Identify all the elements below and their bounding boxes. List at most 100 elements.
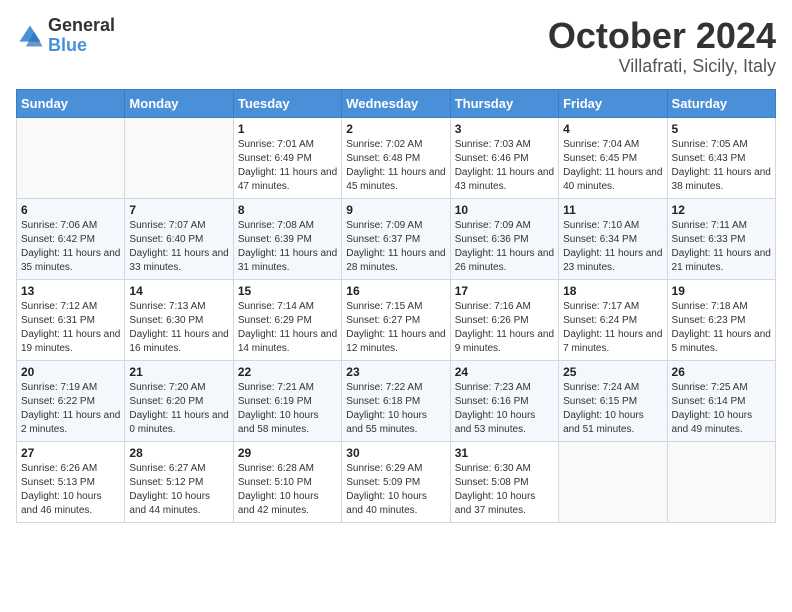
cell-day-number: 26	[672, 365, 771, 379]
cell-day-number: 27	[21, 446, 120, 460]
calendar-cell: 26Sunrise: 7:25 AMSunset: 6:14 PMDayligh…	[667, 360, 775, 441]
calendar-cell: 17 Sunrise: 7:16 AMSunset: 6:26 PMDayligh…	[450, 279, 558, 360]
cell-info: Sunrise: 7:02 AMSunset: 6:48 PMDaylight:…	[346, 138, 445, 194]
calendar-header-row: SundayMondayTuesdayWednesdayThursdayFrid…	[17, 89, 776, 117]
header-wednesday: Wednesday	[342, 89, 450, 117]
calendar-cell: 10 Sunrise: 7:09 AMSunset: 6:36 PMDayligh…	[450, 198, 558, 279]
calendar-cell: 19 Sunrise: 7:18 AMSunset: 6:23 PMDayligh…	[667, 279, 775, 360]
page-subtitle: Villafrati, Sicily, Italy	[548, 56, 776, 77]
calendar-cell: 7Sunrise: 7:07 AMSunset: 6:40 PMDaylight…	[125, 198, 233, 279]
cell-info: Sunrise: 7:09 AMSunset: 6:36 PMDaylight:…	[455, 219, 554, 275]
cell-info: Sunrise: 7:13 AMSunset: 6:30 PMDaylight:…	[129, 300, 228, 356]
cell-day-number: 13	[21, 284, 120, 298]
logo-icon	[16, 22, 44, 50]
cell-info: Sunrise: 7:03 AMSunset: 6:46 PMDaylight:…	[455, 138, 554, 194]
cell-day-number: 30	[346, 446, 445, 460]
calendar-table: SundayMondayTuesdayWednesdayThursdayFrid…	[16, 89, 776, 523]
cell-info: Sunrise: 7:04 AMSunset: 6:45 PMDaylight:…	[563, 138, 662, 194]
calendar-cell: 29 Sunrise: 6:28 AMSunset: 5:10 PMDayligh…	[233, 441, 341, 522]
cell-day-number: 8	[238, 203, 337, 217]
cell-day-number: 19	[672, 284, 771, 298]
calendar-cell: 1 Sunrise: 7:01 AMSunset: 6:49 PMDaylight…	[233, 117, 341, 198]
header-thursday: Thursday	[450, 89, 558, 117]
logo-text-general: General	[48, 15, 115, 35]
cell-day-number: 20	[21, 365, 120, 379]
calendar-cell: 5 Sunrise: 7:05 AMSunset: 6:43 PMDaylight…	[667, 117, 775, 198]
cell-day-number: 17	[455, 284, 554, 298]
cell-day-number: 22	[238, 365, 337, 379]
cell-info: Sunrise: 7:06 AMSunset: 6:42 PMDaylight:…	[21, 219, 120, 275]
cell-day-number: 29	[238, 446, 337, 460]
calendar-week-row: 27 Sunrise: 6:26 AMSunset: 5:13 PMDayligh…	[17, 441, 776, 522]
cell-day-number: 9	[346, 203, 445, 217]
cell-info: Sunrise: 7:16 AMSunset: 6:26 PMDaylight:…	[455, 300, 554, 356]
calendar-cell: 30 Sunrise: 6:29 AMSunset: 5:09 PMDayligh…	[342, 441, 450, 522]
cell-info: Sunrise: 7:15 AMSunset: 6:27 PMDaylight:…	[346, 300, 445, 356]
cell-info: Sunrise: 7:24 AMSunset: 6:15 PMDaylight:…	[563, 381, 662, 437]
calendar-cell: 8Sunrise: 7:08 AMSunset: 6:39 PMDaylight…	[233, 198, 341, 279]
calendar-cell: 9 Sunrise: 7:09 AMSunset: 6:37 PMDaylight…	[342, 198, 450, 279]
cell-info: Sunrise: 7:11 AMSunset: 6:33 PMDaylight:…	[672, 219, 771, 275]
cell-info: Sunrise: 7:20 AMSunset: 6:20 PMDaylight:…	[129, 381, 228, 437]
cell-day-number: 16	[346, 284, 445, 298]
calendar-cell: 20 Sunrise: 7:19 AMSunset: 6:22 PMDayligh…	[17, 360, 125, 441]
calendar-cell: 24Sunrise: 7:23 AMSunset: 6:16 PMDayligh…	[450, 360, 558, 441]
calendar-cell: 13Sunrise: 7:12 AMSunset: 6:31 PMDayligh…	[17, 279, 125, 360]
cell-day-number: 1	[238, 122, 337, 136]
cell-info: Sunrise: 7:22 AMSunset: 6:18 PMDaylight:…	[346, 381, 445, 437]
calendar-cell	[125, 117, 233, 198]
cell-info: Sunrise: 7:21 AMSunset: 6:19 PMDaylight:…	[238, 381, 337, 437]
calendar-week-row: 13Sunrise: 7:12 AMSunset: 6:31 PMDayligh…	[17, 279, 776, 360]
cell-day-number: 10	[455, 203, 554, 217]
cell-day-number: 12	[672, 203, 771, 217]
cell-day-number: 23	[346, 365, 445, 379]
calendar-cell: 22 Sunrise: 7:21 AMSunset: 6:19 PMDayligh…	[233, 360, 341, 441]
cell-day-number: 2	[346, 122, 445, 136]
cell-info: Sunrise: 7:05 AMSunset: 6:43 PMDaylight:…	[672, 138, 771, 194]
cell-day-number: 7	[129, 203, 228, 217]
header-monday: Monday	[125, 89, 233, 117]
cell-day-number: 6	[21, 203, 120, 217]
calendar-cell: 6 Sunrise: 7:06 AMSunset: 6:42 PMDaylight…	[17, 198, 125, 279]
cell-info: Sunrise: 6:28 AMSunset: 5:10 PMDaylight:…	[238, 462, 337, 518]
cell-day-number: 21	[129, 365, 228, 379]
cell-info: Sunrise: 6:27 AMSunset: 5:12 PMDaylight:…	[129, 462, 228, 518]
page-header: General Blue October 2024 Villafrati, Si…	[16, 16, 776, 77]
calendar-week-row: 1 Sunrise: 7:01 AMSunset: 6:49 PMDaylight…	[17, 117, 776, 198]
cell-info: Sunrise: 7:19 AMSunset: 6:22 PMDaylight:…	[21, 381, 120, 437]
cell-info: Sunrise: 7:23 AMSunset: 6:16 PMDaylight:…	[455, 381, 554, 437]
cell-info: Sunrise: 6:29 AMSunset: 5:09 PMDaylight:…	[346, 462, 445, 518]
calendar-cell: 23 Sunrise: 7:22 AMSunset: 6:18 PMDayligh…	[342, 360, 450, 441]
cell-info: Sunrise: 7:14 AMSunset: 6:29 PMDaylight:…	[238, 300, 337, 356]
calendar-cell: 12 Sunrise: 7:11 AMSunset: 6:33 PMDayligh…	[667, 198, 775, 279]
logo: General Blue	[16, 16, 115, 56]
cell-info: Sunrise: 7:09 AMSunset: 6:37 PMDaylight:…	[346, 219, 445, 275]
header-sunday: Sunday	[17, 89, 125, 117]
cell-day-number: 18	[563, 284, 662, 298]
cell-day-number: 25	[563, 365, 662, 379]
cell-day-number: 3	[455, 122, 554, 136]
cell-day-number: 14	[129, 284, 228, 298]
cell-info: Sunrise: 7:10 AMSunset: 6:34 PMDaylight:…	[563, 219, 662, 275]
calendar-cell	[17, 117, 125, 198]
cell-day-number: 28	[129, 446, 228, 460]
calendar-cell: 15Sunrise: 7:14 AMSunset: 6:29 PMDayligh…	[233, 279, 341, 360]
calendar-cell: 3 Sunrise: 7:03 AMSunset: 6:46 PMDaylight…	[450, 117, 558, 198]
cell-info: Sunrise: 7:18 AMSunset: 6:23 PMDaylight:…	[672, 300, 771, 356]
calendar-cell: 25 Sunrise: 7:24 AMSunset: 6:15 PMDayligh…	[559, 360, 667, 441]
cell-info: Sunrise: 6:26 AMSunset: 5:13 PMDaylight:…	[21, 462, 120, 518]
calendar-cell: 16 Sunrise: 7:15 AMSunset: 6:27 PMDayligh…	[342, 279, 450, 360]
cell-day-number: 5	[672, 122, 771, 136]
header-saturday: Saturday	[667, 89, 775, 117]
cell-day-number: 31	[455, 446, 554, 460]
calendar-cell: 27 Sunrise: 6:26 AMSunset: 5:13 PMDayligh…	[17, 441, 125, 522]
calendar-cell: 18Sunrise: 7:17 AMSunset: 6:24 PMDayligh…	[559, 279, 667, 360]
cell-info: Sunrise: 7:01 AMSunset: 6:49 PMDaylight:…	[238, 138, 337, 194]
calendar-cell: 4 Sunrise: 7:04 AMSunset: 6:45 PMDaylight…	[559, 117, 667, 198]
calendar-cell: 11Sunrise: 7:10 AMSunset: 6:34 PMDayligh…	[559, 198, 667, 279]
cell-day-number: 4	[563, 122, 662, 136]
title-block: October 2024 Villafrati, Sicily, Italy	[548, 16, 776, 77]
calendar-cell: 14 Sunrise: 7:13 AMSunset: 6:30 PMDayligh…	[125, 279, 233, 360]
header-friday: Friday	[559, 89, 667, 117]
calendar-cell: 28 Sunrise: 6:27 AMSunset: 5:12 PMDayligh…	[125, 441, 233, 522]
